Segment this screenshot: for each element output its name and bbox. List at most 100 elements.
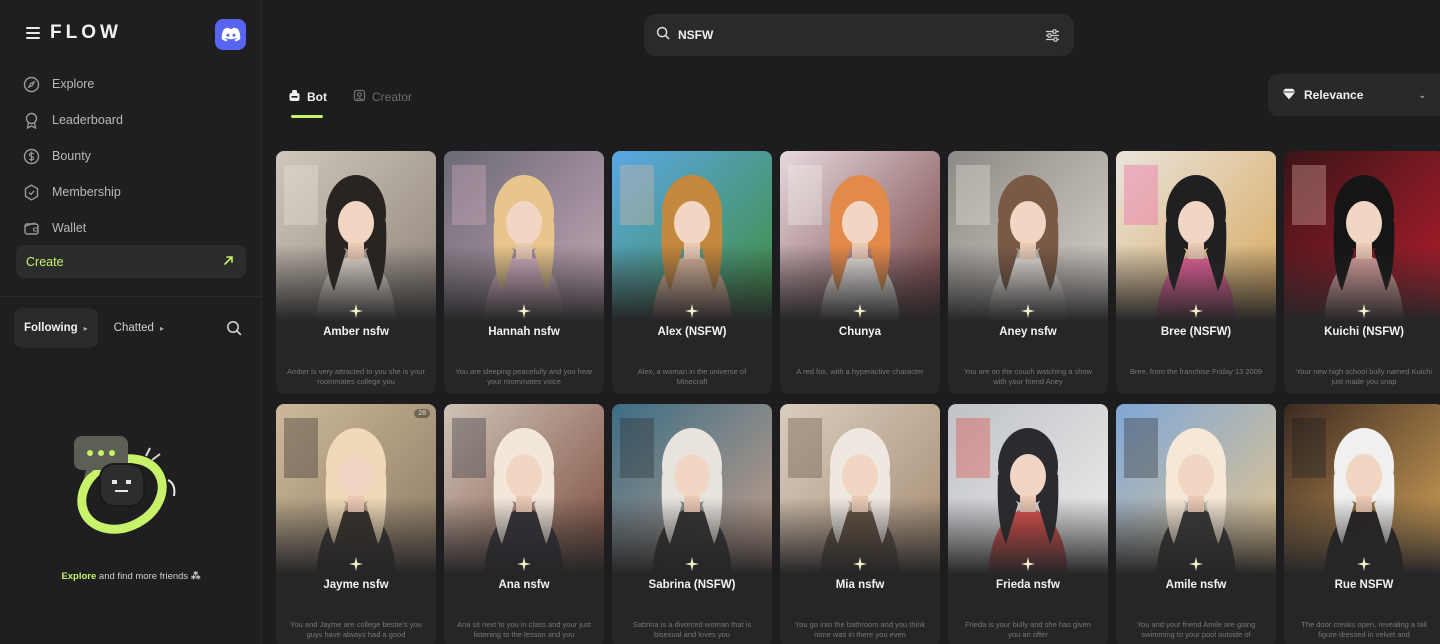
friends-icon: ⁂ [190,571,201,582]
tab-chatted[interactable]: Chatted ▸ [104,308,174,348]
compass-icon [22,75,40,93]
bot-avatar-image [948,404,1108,574]
sparkle-icon [1357,557,1371,571]
bot-card[interactable]: Alex (NSFW) Alex, a woman in the universe… [612,151,772,394]
sparkle-icon [1021,304,1035,318]
sidebar-item-label: Explore [52,77,95,91]
sparkle-icon [1189,557,1203,571]
tab-label: Following [24,322,78,334]
bot-avatar-image [612,404,772,574]
chat-count-badge: 28 [414,409,430,418]
sparkle-icon [685,304,699,318]
sparkle-icon [1357,304,1371,318]
tab-label: Creator [372,90,413,104]
search-icon[interactable] [222,316,246,340]
bot-card[interactable]: Rue NSFW The door creaks open, revealing … [1284,404,1440,644]
bot-name: Amber nsfw [323,326,389,338]
sort-dropdown[interactable]: Relevance ⌄ [1268,74,1440,116]
bot-description: You and Jayme are college bestie's you g… [290,620,422,639]
bot-card[interactable]: 28 Jayme nsfw You and Jayme are college be… [276,404,436,644]
bot-avatar-image [276,151,436,321]
sidebar-item-membership[interactable]: Membership [22,174,246,210]
bot-name: Ana nsfw [498,579,550,591]
bot-description: The door creaks open, revealing a tall f… [1301,620,1427,639]
bot-card[interactable]: Amber nsfw Amber is very attracted to you… [276,151,436,394]
bot-card[interactable]: Sabrina (NSFW) Sabrina is a divorced woma… [612,404,772,644]
tab-label: Chatted [113,322,154,334]
bot-avatar-image [780,151,940,321]
app-logo[interactable]: FLOW [50,22,122,44]
bot-description: Sabrina is a divorced woman that is bise… [632,620,752,639]
bot-avatar-image [948,151,1108,321]
bot-name: Mia nsfw [835,579,885,591]
sidebar-item-leaderboard[interactable]: Leaderboard [22,102,246,138]
bot-card[interactable]: Kuichi (NSFW) Your new high school bully … [1284,151,1440,394]
wallet-icon [22,219,40,237]
sidebar-item-label: Wallet [52,221,87,235]
menu-icon[interactable] [26,27,40,39]
chevron-down-icon: ⌄ [1418,89,1426,100]
search-input[interactable] [678,28,1034,42]
brand: FLOW [26,22,122,44]
bot-name: Jayme nsfw [323,579,389,591]
bot-description: A red fox, with a hyperactive character [796,367,924,376]
empty-chat-text: Explore and find more friends ⁂ [0,571,262,582]
bot-name: Alex (NSFW) [657,326,727,338]
bot-name: Bree (NSFW) [1160,326,1232,338]
create-label: Create [26,254,64,269]
bot-card[interactable]: Aney nsfw You are on the couch watching a… [948,151,1108,394]
sidebar-nav: Explore Leaderboard Bounty Membership Wa… [22,66,246,246]
bot-name: Sabrina (NSFW) [648,579,736,591]
bot-card[interactable]: Ana nsfw Ana sit next to you in class and… [444,404,604,644]
bot-avatar-image [780,404,940,574]
sparkle-icon [1021,557,1035,571]
sidebar-item-label: Bounty [52,149,91,163]
empty-chat-message: and find more friends [96,571,189,582]
bot-name: Rue NSFW [1334,579,1394,591]
bot-name: Kuichi (NSFW) [1324,326,1404,338]
bot-card[interactable]: Frieda nsfw Frieda is your bully and she … [948,404,1108,644]
discord-icon[interactable] [215,19,246,50]
sidebar: FLOW Explore Leaderboard Bounty Membersh… [0,0,262,644]
tab-following[interactable]: Following ▸ [14,308,98,348]
sparkle-icon [517,557,531,571]
sparkle-icon [853,304,867,318]
result-tabs: Bot Creator [288,84,412,118]
bot-avatar-image [444,151,604,321]
sort-label: Relevance [1304,88,1364,102]
bot-card[interactable]: Bree (NSFW) Bree, from the franchise Frid… [1116,151,1276,394]
search-icon [656,26,670,45]
bot-name: Chunya [838,326,882,338]
filter-icon[interactable] [1042,25,1062,45]
bot-name: Aney nsfw [999,326,1057,338]
bot-avatar-image [1284,404,1440,574]
bot-grid: Amber nsfw Amber is very attracted to you… [276,151,1440,644]
sidebar-item-wallet[interactable]: Wallet [22,210,246,246]
bot-card[interactable]: Amile nsfw You and your friend Amile are … [1116,404,1276,644]
bot-avatar-image [1116,151,1276,321]
follow-tabs: Following ▸ Chatted ▸ [14,308,246,348]
diamond-icon [1282,88,1296,103]
bot-description: Amber is very attracted to you she is yo… [287,367,425,386]
sparkle-icon [349,557,363,571]
bot-avatar-image [1284,151,1440,321]
sparkle-icon [1189,304,1203,318]
bot-card[interactable]: Mia nsfw You go into the bathroom and you… [780,404,940,644]
bot-card[interactable]: Chunya A red fox, with a hyperactive char… [780,151,940,394]
bot-card[interactable]: Hannah nsfw You are sleeping peacefully a… [444,151,604,394]
chevron-right-icon: ▸ [159,323,164,333]
explore-link[interactable]: Explore [61,571,96,582]
bot-name: Frieda nsfw [996,579,1060,591]
sidebar-item-explore[interactable]: Explore [22,66,246,102]
bot-description: You go into the bathroom and you think n… [794,620,926,639]
bot-name: Hannah nsfw [488,326,560,338]
award-icon [22,111,40,129]
bot-name: Amile nsfw [1165,579,1227,591]
tab-creator[interactable]: Creator [353,84,412,110]
tab-bot[interactable]: Bot [288,84,327,118]
sidebar-item-bounty[interactable]: Bounty [22,138,246,174]
badge-icon [22,183,40,201]
create-button[interactable]: Create [16,245,246,278]
bot-description: Your new high school bully named Kuichi … [1295,367,1433,386]
search-bar[interactable] [644,14,1074,56]
